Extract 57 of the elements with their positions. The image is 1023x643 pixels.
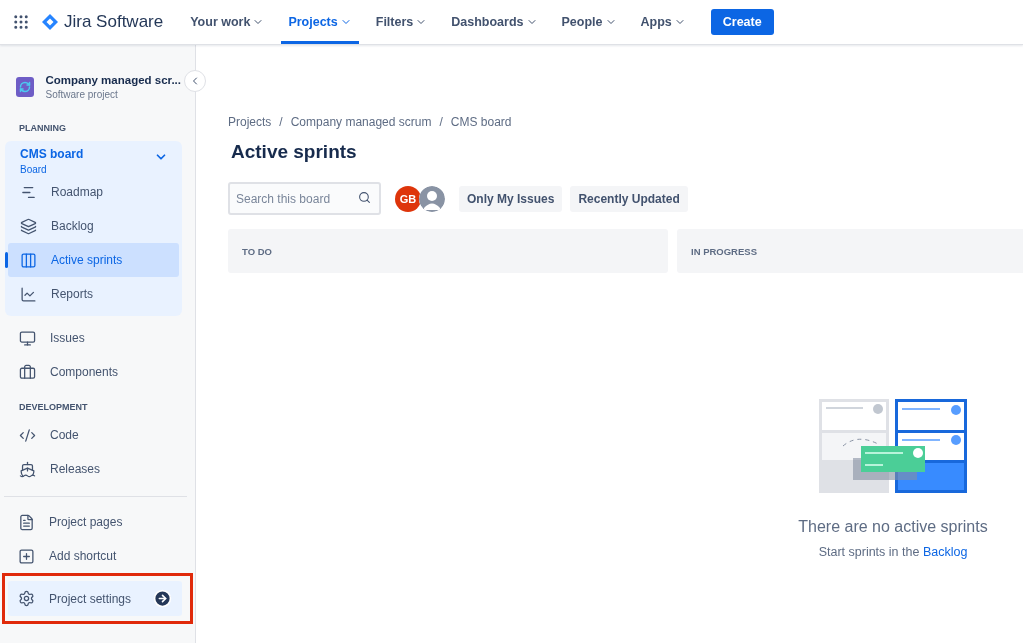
section-heading: PLANNING	[18, 122, 67, 135]
nav-menu[interactable]: Apps	[633, 0, 693, 44]
nav-menu[interactable]: Projects	[281, 0, 359, 44]
arrow-right-icon	[153, 589, 172, 608]
sidebar-item[interactable]: Code	[4, 418, 191, 452]
user-avatar[interactable]: GB	[395, 185, 421, 212]
breadcrumb-separator: /	[279, 115, 283, 129]
column-header: TO DO	[228, 229, 668, 273]
page-title: Active sprints	[231, 141, 358, 163]
project-avatar-icon	[16, 77, 34, 97]
monitor-icon	[19, 329, 36, 347]
breadcrumb-link[interactable]: CMS board	[450, 115, 512, 129]
sidebar-item[interactable]: Roadmap	[5, 175, 182, 209]
filter-button[interactable]: Only My Issues	[459, 185, 563, 212]
project-name[interactable]: Company managed scr...	[45, 74, 181, 86]
settings-icon	[18, 590, 35, 607]
sidebar-item[interactable]: Issues	[4, 321, 191, 355]
sidebar-item[interactable]: Add shortcut	[8, 539, 182, 573]
sidebar-item[interactable]: Releases	[4, 452, 191, 486]
briefcase-icon	[19, 363, 36, 381]
diamond-logo-icon	[42, 14, 58, 30]
stack-icon	[20, 217, 37, 235]
sidebar-item[interactable]: Project pages	[8, 505, 182, 539]
create-button[interactable]: Create	[710, 9, 774, 35]
nav-menu[interactable]: Dashboards	[444, 0, 545, 44]
filter-button[interactable]: Recently Updated	[570, 185, 688, 212]
sidebar-item[interactable]: Reports	[5, 277, 182, 311]
backlog-link[interactable]: Backlog	[922, 545, 968, 559]
ship-icon	[19, 460, 36, 478]
nav-menu[interactable]: Filters	[368, 0, 435, 44]
product-name[interactable]: Jira Software	[64, 12, 164, 32]
search-icon	[358, 191, 371, 204]
project-type: Software project	[45, 89, 119, 100]
columns-icon	[20, 251, 37, 269]
user-avatar[interactable]	[419, 185, 445, 212]
nav-menu[interactable]: People	[554, 0, 624, 44]
section-heading: DEVELOPMENT	[18, 401, 89, 414]
empty-state-title: There are no active sprints	[798, 518, 988, 536]
search-field[interactable]: Search this board	[228, 182, 381, 215]
sidebar-item[interactable]: Project settings	[8, 581, 182, 616]
board-type: Board	[20, 164, 48, 175]
sidebar-item[interactable]: Active sprints	[8, 243, 179, 277]
board-name[interactable]: CMS board	[20, 147, 84, 161]
empty-state-message: Start sprints in the Backlog	[818, 545, 968, 559]
collapse-button[interactable]	[184, 70, 206, 92]
line-chart-icon	[20, 285, 37, 303]
breadcrumb-link[interactable]: Company managed scrum	[290, 115, 432, 129]
column-header: IN PROGRESS	[677, 229, 1023, 273]
code-icon	[19, 426, 36, 444]
breadcrumb-link[interactable]: Projects	[228, 115, 272, 129]
document-icon	[18, 513, 35, 531]
app-switcher-icon[interactable]	[12, 13, 30, 31]
sidebar-item[interactable]: Components	[4, 355, 191, 389]
sidebar-item[interactable]: Backlog	[5, 209, 182, 243]
breadcrumb-separator: /	[439, 115, 443, 129]
nav-menu[interactable]: Your work	[183, 0, 272, 44]
add-square-icon	[18, 547, 35, 565]
